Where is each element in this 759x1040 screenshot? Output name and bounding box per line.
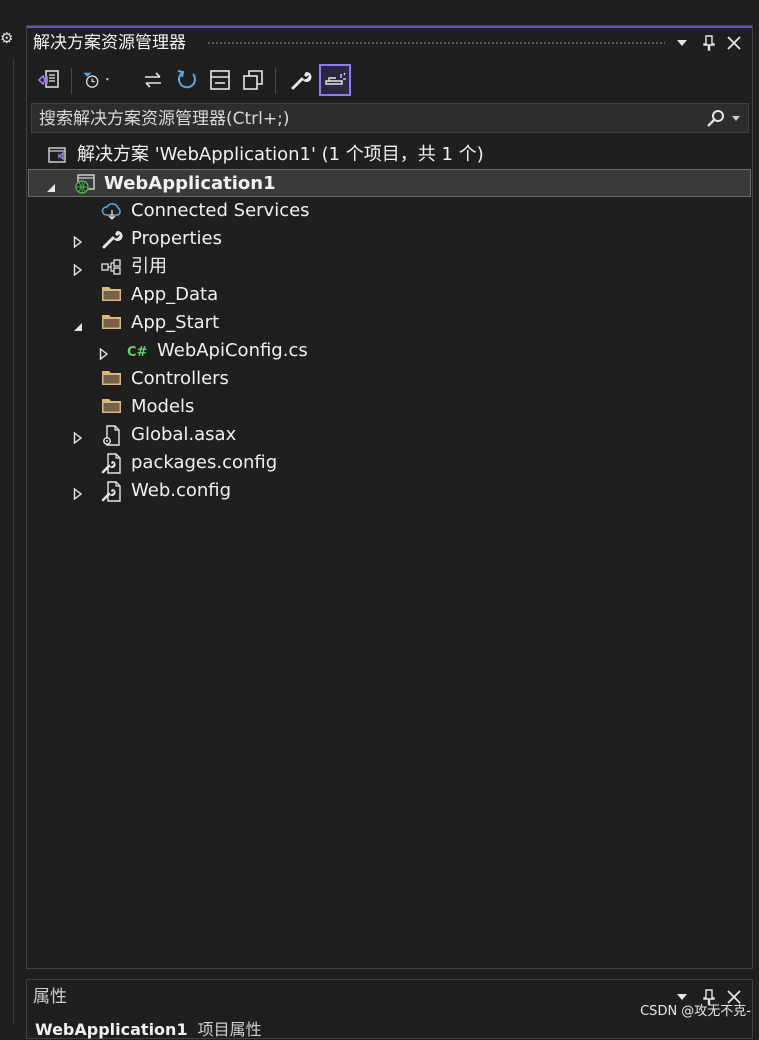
collapse-all-icon[interactable] xyxy=(204,64,236,96)
folder-icon xyxy=(101,397,123,417)
panel-toolbar xyxy=(27,60,752,100)
properties-subtitle: WebApplication1 项目属性 xyxy=(35,1016,262,1040)
collapsed-arrow-icon[interactable] xyxy=(99,345,109,361)
dropdown-icon[interactable] xyxy=(672,32,692,54)
tree-item[interactable]: WebApplication1 xyxy=(28,169,751,197)
tree-item[interactable]: Models xyxy=(27,393,752,421)
tree-item-label: App_Start xyxy=(131,312,220,333)
pin-icon[interactable] xyxy=(699,32,719,54)
tree-item-label: Controllers xyxy=(131,368,229,389)
title-grip[interactable] xyxy=(207,41,665,46)
tree-item[interactable]: 引用 xyxy=(27,253,752,281)
expanded-arrow-icon[interactable] xyxy=(46,178,56,192)
tree-item-label: WebApiConfig.cs xyxy=(157,340,308,361)
selected-object-name: WebApplication1 xyxy=(35,1020,188,1039)
tree-item[interactable]: App_Data xyxy=(27,281,752,309)
tree-item-label: Properties xyxy=(131,228,222,249)
tree-item-label: Connected Services xyxy=(131,200,310,221)
csharp-file-icon: C# xyxy=(127,341,149,361)
strip-divider xyxy=(13,58,14,1024)
left-dock-strip: ⚙ xyxy=(0,0,14,1024)
collapsed-arrow-icon[interactable] xyxy=(73,429,83,445)
gear-file-icon xyxy=(101,425,123,446)
folder-icon xyxy=(101,369,123,389)
tree-item-label: packages.config xyxy=(131,452,278,473)
selected-object-type: 项目属性 xyxy=(197,1020,262,1039)
tree-item-label: Global.asax xyxy=(131,424,237,445)
tree-item-label: Web.config xyxy=(131,480,232,501)
tree-item[interactable]: C# WebApiConfig.cs xyxy=(27,337,752,365)
tree-item-label: Models xyxy=(131,396,195,417)
search-options-icon[interactable] xyxy=(732,116,740,121)
watermark: CSDN @攻无不克- xyxy=(640,1004,751,1019)
search-icon[interactable] xyxy=(706,109,726,133)
collapsed-arrow-icon[interactable] xyxy=(73,261,83,277)
config-file-icon xyxy=(101,481,123,502)
tree-item-label: App_Data xyxy=(131,284,219,305)
tree-item[interactable]: Properties xyxy=(27,225,752,253)
folder-icon xyxy=(101,285,123,305)
tree-item-label: 解决方案 'WebApplication1' (1 个项目，共 1 个) xyxy=(77,144,484,165)
solution-explorer-panel: 解决方案资源管理器 搜索解决方案资源管理器(Ctrl+;) 解决方案 'WebA… xyxy=(26,25,753,969)
solution-icon xyxy=(47,145,69,165)
tree-item[interactable]: Web.config xyxy=(27,477,752,505)
tree-item[interactable]: Controllers xyxy=(27,365,752,393)
tree-item[interactable]: 解决方案 'WebApplication1' (1 个项目，共 1 个) xyxy=(27,141,752,169)
panel-titlebar: 解决方案资源管理器 xyxy=(27,28,752,58)
properties-title: 属性 xyxy=(33,987,67,1007)
tree-item[interactable]: Global.asax xyxy=(27,421,752,449)
search-box[interactable]: 搜索解决方案资源管理器(Ctrl+;) xyxy=(31,103,749,133)
tree-item[interactable]: App_Start xyxy=(27,309,752,337)
tree-item[interactable]: Connected Services xyxy=(27,197,752,225)
show-all-files-icon[interactable] xyxy=(237,64,269,96)
expanded-arrow-icon[interactable] xyxy=(73,317,83,331)
config-file-icon xyxy=(101,453,123,474)
switch-views-icon[interactable] xyxy=(33,64,65,96)
search-input[interactable]: 搜索解决方案资源管理器(Ctrl+;) xyxy=(39,109,289,129)
tree-item-label: WebApplication1 xyxy=(104,173,276,194)
close-icon[interactable] xyxy=(724,32,744,54)
references-icon xyxy=(101,257,123,277)
web-project-icon xyxy=(74,174,96,194)
refresh-icon[interactable] xyxy=(171,64,203,96)
gear-icon[interactable]: ⚙ xyxy=(0,30,13,46)
collapsed-arrow-icon[interactable] xyxy=(73,485,83,501)
properties-icon[interactable] xyxy=(285,64,317,96)
preview-selected-items-icon[interactable] xyxy=(319,64,351,96)
panel-title: 解决方案资源管理器 xyxy=(33,33,186,53)
tree-item-label: 引用 xyxy=(131,256,167,277)
tree-item[interactable]: packages.config xyxy=(27,449,752,477)
sync-active-document-icon[interactable] xyxy=(137,64,169,96)
svg-text:C#: C# xyxy=(127,345,148,360)
wrench-icon xyxy=(101,229,123,249)
connected-services-icon xyxy=(101,201,123,221)
pending-changes-filter-icon[interactable] xyxy=(81,64,113,96)
folder-icon xyxy=(101,313,123,333)
collapsed-arrow-icon[interactable] xyxy=(73,233,83,249)
